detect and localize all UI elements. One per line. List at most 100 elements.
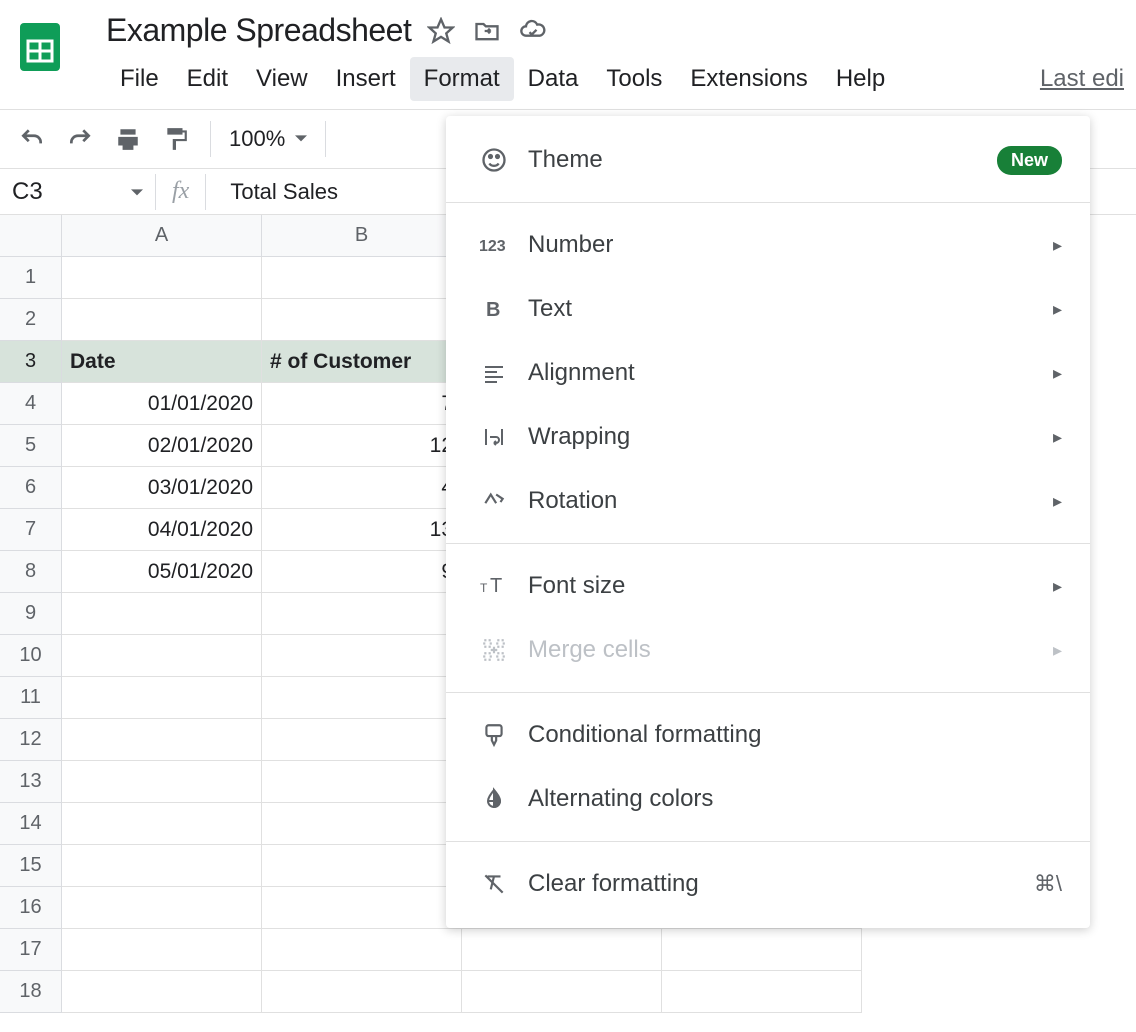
cell[interactable] bbox=[62, 929, 262, 971]
paint-format-button[interactable] bbox=[156, 119, 196, 159]
menu-alignment[interactable]: Alignment ▸ bbox=[446, 341, 1090, 405]
cell[interactable] bbox=[262, 803, 462, 845]
cell[interactable] bbox=[262, 257, 462, 299]
svg-text:123: 123 bbox=[479, 238, 506, 255]
row-head[interactable]: 17 bbox=[0, 929, 62, 971]
cell[interactable] bbox=[62, 971, 262, 1013]
cell[interactable] bbox=[62, 761, 262, 803]
cell[interactable] bbox=[662, 929, 862, 971]
cell[interactable] bbox=[62, 845, 262, 887]
col-head-b[interactable]: B bbox=[262, 215, 462, 257]
cell[interactable] bbox=[62, 677, 262, 719]
cell[interactable]: 12 bbox=[262, 425, 462, 467]
cloud-status-icon[interactable] bbox=[517, 15, 549, 47]
cell[interactable]: 4 bbox=[262, 467, 462, 509]
menu-file[interactable]: File bbox=[106, 57, 173, 101]
cell[interactable] bbox=[62, 593, 262, 635]
cell[interactable] bbox=[262, 677, 462, 719]
move-folder-icon[interactable] bbox=[471, 15, 503, 47]
cell-a3[interactable]: Date bbox=[62, 341, 262, 383]
select-all-corner[interactable] bbox=[0, 215, 62, 257]
cell-b3[interactable]: # of Customer bbox=[262, 341, 462, 383]
row-head[interactable]: 9 bbox=[0, 593, 62, 635]
cell[interactable]: 05/01/2020 bbox=[62, 551, 262, 593]
menu-theme[interactable]: Theme New bbox=[446, 128, 1090, 192]
menu-number[interactable]: 123 Number ▸ bbox=[446, 213, 1090, 277]
menu-clear-label: Clear formatting bbox=[528, 870, 699, 898]
sheets-logo[interactable] bbox=[14, 12, 66, 82]
cell[interactable] bbox=[262, 719, 462, 761]
cell[interactable] bbox=[62, 719, 262, 761]
menu-format[interactable]: Format bbox=[410, 57, 514, 101]
cell[interactable]: 04/01/2020 bbox=[62, 509, 262, 551]
row-head[interactable]: 16 bbox=[0, 887, 62, 929]
cell[interactable] bbox=[662, 971, 862, 1013]
cell[interactable]: 9 bbox=[262, 551, 462, 593]
row-head[interactable]: 15 bbox=[0, 845, 62, 887]
menu-data[interactable]: Data bbox=[514, 57, 593, 101]
cell[interactable] bbox=[262, 887, 462, 929]
redo-button[interactable] bbox=[60, 119, 100, 159]
cell[interactable]: 13 bbox=[262, 509, 462, 551]
cell[interactable]: 02/01/2020 bbox=[62, 425, 262, 467]
menu-clear-formatting[interactable]: Clear formatting ⌘\ bbox=[446, 852, 1090, 916]
cell[interactable] bbox=[462, 971, 662, 1013]
menu-rotation[interactable]: Rotation ▸ bbox=[446, 469, 1090, 533]
row-head[interactable]: 11 bbox=[0, 677, 62, 719]
cell[interactable] bbox=[62, 635, 262, 677]
menu-merge-cells: Merge cells ▸ bbox=[446, 618, 1090, 682]
star-icon[interactable] bbox=[425, 15, 457, 47]
rotation-icon bbox=[474, 488, 514, 514]
row-head[interactable]: 7 bbox=[0, 509, 62, 551]
print-button[interactable] bbox=[108, 119, 148, 159]
row-head[interactable]: 12 bbox=[0, 719, 62, 761]
row-head[interactable]: 10 bbox=[0, 635, 62, 677]
cell[interactable] bbox=[262, 299, 462, 341]
cell[interactable] bbox=[62, 803, 262, 845]
row-head[interactable]: 18 bbox=[0, 971, 62, 1013]
last-edit-link[interactable]: Last edi bbox=[1040, 65, 1136, 93]
row-head[interactable]: 5 bbox=[0, 425, 62, 467]
row-head[interactable]: 13 bbox=[0, 761, 62, 803]
cell[interactable]: 01/01/2020 bbox=[62, 383, 262, 425]
row-head[interactable]: 2 bbox=[0, 299, 62, 341]
menu-extensions[interactable]: Extensions bbox=[676, 57, 821, 101]
zoom-select[interactable]: 100% bbox=[221, 126, 315, 152]
cell[interactable] bbox=[62, 887, 262, 929]
menu-fontsize[interactable]: TT Font size ▸ bbox=[446, 554, 1090, 618]
menu-conditional-formatting[interactable]: Conditional formatting bbox=[446, 703, 1090, 767]
menu-tools[interactable]: Tools bbox=[592, 57, 676, 101]
name-box[interactable]: C3 bbox=[0, 178, 155, 206]
menu-view[interactable]: View bbox=[242, 57, 322, 101]
menu-alternating-colors[interactable]: Alternating colors bbox=[446, 767, 1090, 831]
cell[interactable] bbox=[262, 971, 462, 1013]
row-head[interactable]: 8 bbox=[0, 551, 62, 593]
formula-input[interactable]: Total Sales bbox=[206, 179, 338, 205]
cell[interactable] bbox=[462, 929, 662, 971]
cell[interactable] bbox=[262, 635, 462, 677]
menu-edit[interactable]: Edit bbox=[173, 57, 242, 101]
svg-text:T: T bbox=[490, 575, 502, 597]
cell[interactable] bbox=[62, 257, 262, 299]
cell[interactable] bbox=[262, 761, 462, 803]
row-head[interactable]: 1 bbox=[0, 257, 62, 299]
menu-text[interactable]: B Text ▸ bbox=[446, 277, 1090, 341]
col-head-a[interactable]: A bbox=[62, 215, 262, 257]
cell[interactable]: 03/01/2020 bbox=[62, 467, 262, 509]
row-head[interactable]: 4 bbox=[0, 383, 62, 425]
cell[interactable]: 7 bbox=[262, 383, 462, 425]
cell[interactable] bbox=[62, 299, 262, 341]
menu-separator bbox=[446, 841, 1090, 842]
cell[interactable] bbox=[262, 593, 462, 635]
undo-button[interactable] bbox=[12, 119, 52, 159]
menu-wrapping[interactable]: Wrapping ▸ bbox=[446, 405, 1090, 469]
row-head[interactable]: 3 bbox=[0, 341, 62, 383]
row-head[interactable]: 14 bbox=[0, 803, 62, 845]
row-head[interactable]: 6 bbox=[0, 467, 62, 509]
menu-alternating-label: Alternating colors bbox=[528, 785, 713, 813]
doc-title[interactable]: Example Spreadsheet bbox=[106, 12, 411, 49]
menu-help[interactable]: Help bbox=[822, 57, 899, 101]
cell[interactable] bbox=[262, 929, 462, 971]
cell[interactable] bbox=[262, 845, 462, 887]
menu-insert[interactable]: Insert bbox=[322, 57, 410, 101]
